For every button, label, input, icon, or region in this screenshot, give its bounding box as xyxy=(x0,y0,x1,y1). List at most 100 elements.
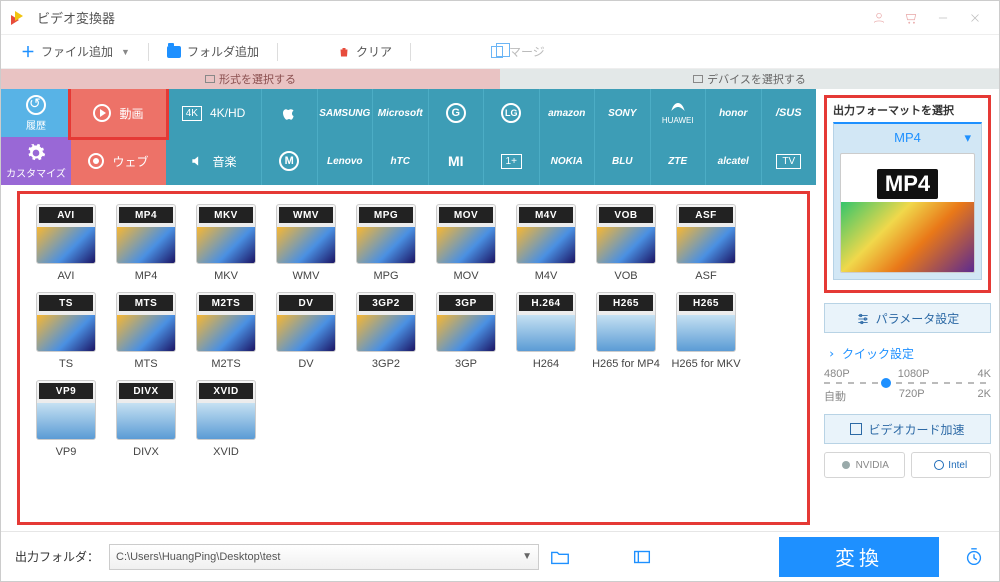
preset-自動[interactable]: 自動 xyxy=(824,388,846,404)
category-ribbon: 履歴 カスタマイズ 動画 ウェブ xyxy=(1,89,816,185)
merge-label: マージ xyxy=(509,43,545,60)
preset-1080P[interactable]: 1080P xyxy=(898,368,930,380)
cpu-icon xyxy=(850,423,862,435)
preview-badge: MP4 xyxy=(877,169,938,199)
format-h265-for-mkv[interactable]: H265H265 for MKV xyxy=(668,292,744,370)
format-asf[interactable]: ASFASF xyxy=(668,204,744,282)
schedule-icon[interactable] xyxy=(963,546,985,568)
title-bar: ビデオ変換器 xyxy=(1,1,999,35)
brand-g[interactable]: G xyxy=(428,89,484,137)
category-video-label: 動画 xyxy=(119,105,143,122)
format-xvid[interactable]: XVIDXVID xyxy=(188,380,264,458)
format-avi[interactable]: AVIAVI xyxy=(28,204,104,282)
gpu-chip-nvidia[interactable]: NVIDIA xyxy=(824,452,905,478)
open-output-button[interactable] xyxy=(631,546,653,568)
output-format-value: MP4 xyxy=(840,130,975,145)
close-icon[interactable] xyxy=(961,4,989,32)
output-format-title: 出力フォーマットを選択 xyxy=(833,102,982,118)
format-h264[interactable]: H.264H264 xyxy=(508,292,584,370)
subtab-device[interactable]: デバイスを選択する xyxy=(500,69,999,89)
format-vp9[interactable]: VP9VP9 xyxy=(28,380,104,458)
gear-icon xyxy=(26,143,46,163)
device-icon xyxy=(693,75,703,83)
brand-nokia[interactable]: NOKIA xyxy=(539,137,595,185)
format-3gp2[interactable]: 3GP23GP2 xyxy=(348,292,424,370)
brand-amazon[interactable]: amazon xyxy=(539,89,595,137)
app-title: ビデオ変換器 xyxy=(37,8,115,27)
trash-icon xyxy=(338,45,350,59)
format-dv[interactable]: DVDV xyxy=(268,292,344,370)
format-m2ts[interactable]: M2TSM2TS xyxy=(188,292,264,370)
subtab-format[interactable]: 形式を選択する xyxy=(1,69,500,89)
brand-tv[interactable]: TV xyxy=(761,137,817,185)
brand-lg[interactable]: LG xyxy=(483,89,539,137)
format-h265-for-mp4[interactable]: H265H265 for MP4 xyxy=(588,292,664,370)
brand-blu[interactable]: BLU xyxy=(594,137,650,185)
brand-apple[interactable] xyxy=(261,89,317,137)
history-button[interactable]: 履歴 xyxy=(1,89,71,137)
format-mov[interactable]: MOVMOV xyxy=(428,204,504,282)
category-video[interactable]: 動画 xyxy=(71,89,166,137)
add-file-button[interactable]: ＋ ファイル追加 ▼ xyxy=(11,38,140,66)
output-format-preview: MP4 xyxy=(840,153,975,273)
cart-icon[interactable] xyxy=(897,4,925,32)
preset-2K[interactable]: 2K xyxy=(978,388,991,404)
format-3gp[interactable]: 3GP3GP xyxy=(428,292,504,370)
format-m4v[interactable]: M4VM4V xyxy=(508,204,584,282)
brand-samsung[interactable]: SAMSUNG xyxy=(317,89,373,137)
format-mp4[interactable]: MP4MP4 xyxy=(108,204,184,282)
brand-honor[interactable]: honor xyxy=(705,89,761,137)
output-format-select[interactable]: MP4 MP4 xyxy=(833,122,982,280)
gpu-chip-intel[interactable]: Intel xyxy=(911,452,992,478)
app-window: ビデオ変換器 ＋ ファイル追加 ▼ フォルダ追加 クリア マージ xyxy=(0,0,1000,582)
format-mpg[interactable]: MPGMPG xyxy=(348,204,424,282)
speaker-icon xyxy=(190,154,204,168)
brand-lenovo[interactable]: Lenovo xyxy=(317,137,373,185)
minimize-icon[interactable] xyxy=(929,4,957,32)
brand-alcatel[interactable]: alcatel xyxy=(705,137,761,185)
format-mkv[interactable]: MKVMKV xyxy=(188,204,264,282)
brand-grid: SAMSUNGMicrosoftGLGamazonSONYHUAWEIhonor… xyxy=(261,89,816,185)
gpu-accel-label: ビデオカード加速 xyxy=(868,421,964,438)
brand-oneplus[interactable]: 1+ xyxy=(483,137,539,185)
customize-button[interactable]: カスタマイズ xyxy=(1,137,71,185)
brand-sony[interactable]: SONY xyxy=(594,89,650,137)
add-folder-button[interactable]: フォルダ追加 xyxy=(157,39,269,64)
chevron-down-icon: ▼ xyxy=(121,47,130,57)
account-icon[interactable] xyxy=(865,4,893,32)
brand-mi[interactable]: MI xyxy=(428,137,484,185)
output-folder-path[interactable]: C:\Users\HuangPing\Desktop\test ▼ xyxy=(109,544,539,570)
format-mts[interactable]: MTSMTS xyxy=(108,292,184,370)
gpu-accel-button[interactable]: ビデオカード加速 xyxy=(824,414,991,444)
format-vob[interactable]: VOBVOB xyxy=(588,204,664,282)
param-settings-button[interactable]: パラメータ設定 xyxy=(824,303,991,333)
preset-480P[interactable]: 480P xyxy=(824,368,850,380)
subtab-row: 形式を選択する デバイスを選択する xyxy=(1,69,999,89)
brand-asus[interactable]: /SUS xyxy=(761,89,817,137)
brand-huawei[interactable]: HUAWEI xyxy=(650,89,706,137)
format-divx[interactable]: DIVXDIVX xyxy=(108,380,184,458)
brand-htc[interactable]: hTC xyxy=(372,137,428,185)
quick-slider[interactable] xyxy=(824,382,991,384)
category-audio-label: 音楽 xyxy=(212,153,236,170)
sliders-icon xyxy=(856,312,870,324)
brand-moto[interactable]: M xyxy=(261,137,317,185)
chrome-icon xyxy=(88,153,104,169)
brand-zte[interactable]: ZTE xyxy=(650,137,706,185)
convert-button[interactable]: 変換 xyxy=(779,537,939,577)
folder-icon xyxy=(167,46,181,58)
quick-setting-label: クイック設定 xyxy=(842,345,914,362)
quick-setting-title: クイック設定 xyxy=(824,345,991,362)
category-audio[interactable]: 音楽 xyxy=(166,137,261,185)
right-panel: 出力フォーマットを選択 MP4 MP4 パラメータ設定 クイック設定 480P 1… xyxy=(816,89,999,531)
preset-4K[interactable]: 4K xyxy=(978,368,991,380)
category-4k-hd[interactable]: 4K 4K/HD xyxy=(166,89,261,137)
format-ts[interactable]: TSTS xyxy=(28,292,104,370)
category-web[interactable]: ウェブ xyxy=(71,137,166,185)
preset-720P[interactable]: 720P xyxy=(899,388,925,404)
open-folder-button[interactable] xyxy=(549,546,571,568)
brand-microsoft[interactable]: Microsoft xyxy=(372,89,428,137)
merge-button[interactable]: マージ xyxy=(481,39,555,64)
format-wmv[interactable]: WMVWMV xyxy=(268,204,344,282)
clear-button[interactable]: クリア xyxy=(328,39,402,64)
